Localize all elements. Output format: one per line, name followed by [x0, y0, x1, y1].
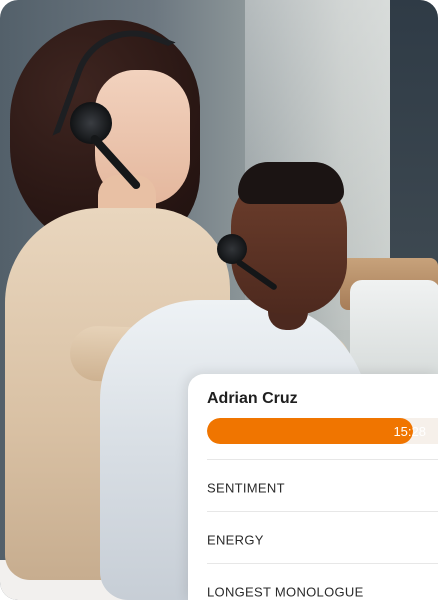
- metric-row-longest-monologue: LONGEST MONOLOGUE: [207, 563, 438, 600]
- office-pillar-background: [390, 0, 438, 300]
- call-analytics-card: Adrian Cruz 15:28 SENTIMENT ENERGY LONGE…: [188, 374, 438, 600]
- metric-label-energy: ENERGY: [207, 532, 264, 548]
- man-hair: [238, 162, 344, 204]
- man-headset-earcup: [217, 234, 247, 264]
- call-duration-label: 15:28: [393, 424, 426, 439]
- metric-row-sentiment: SENTIMENT: [207, 459, 438, 512]
- call-duration-progress: [207, 418, 413, 444]
- metric-row-energy: ENERGY: [207, 511, 438, 564]
- call-duration-track: 15:28: [207, 418, 438, 444]
- agent-name: Adrian Cruz: [207, 390, 298, 407]
- metric-label-sentiment: SENTIMENT: [207, 480, 285, 496]
- metric-label-longest-monologue: LONGEST MONOLOGUE: [207, 584, 364, 600]
